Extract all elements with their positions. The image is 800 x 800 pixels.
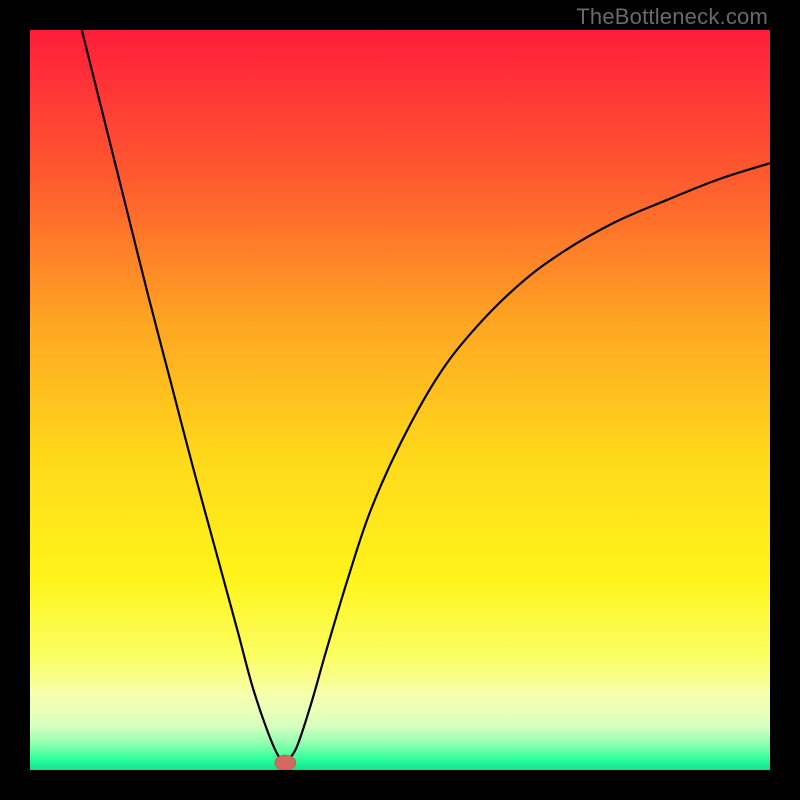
bottleneck-curve — [30, 30, 770, 770]
chart-frame: TheBottleneck.com — [0, 0, 800, 800]
curve-right-branch — [285, 163, 770, 762]
watermark-label: TheBottleneck.com — [576, 4, 768, 30]
minimum-marker — [275, 755, 296, 770]
curve-left-branch — [82, 30, 285, 763]
plot-area — [30, 30, 770, 770]
